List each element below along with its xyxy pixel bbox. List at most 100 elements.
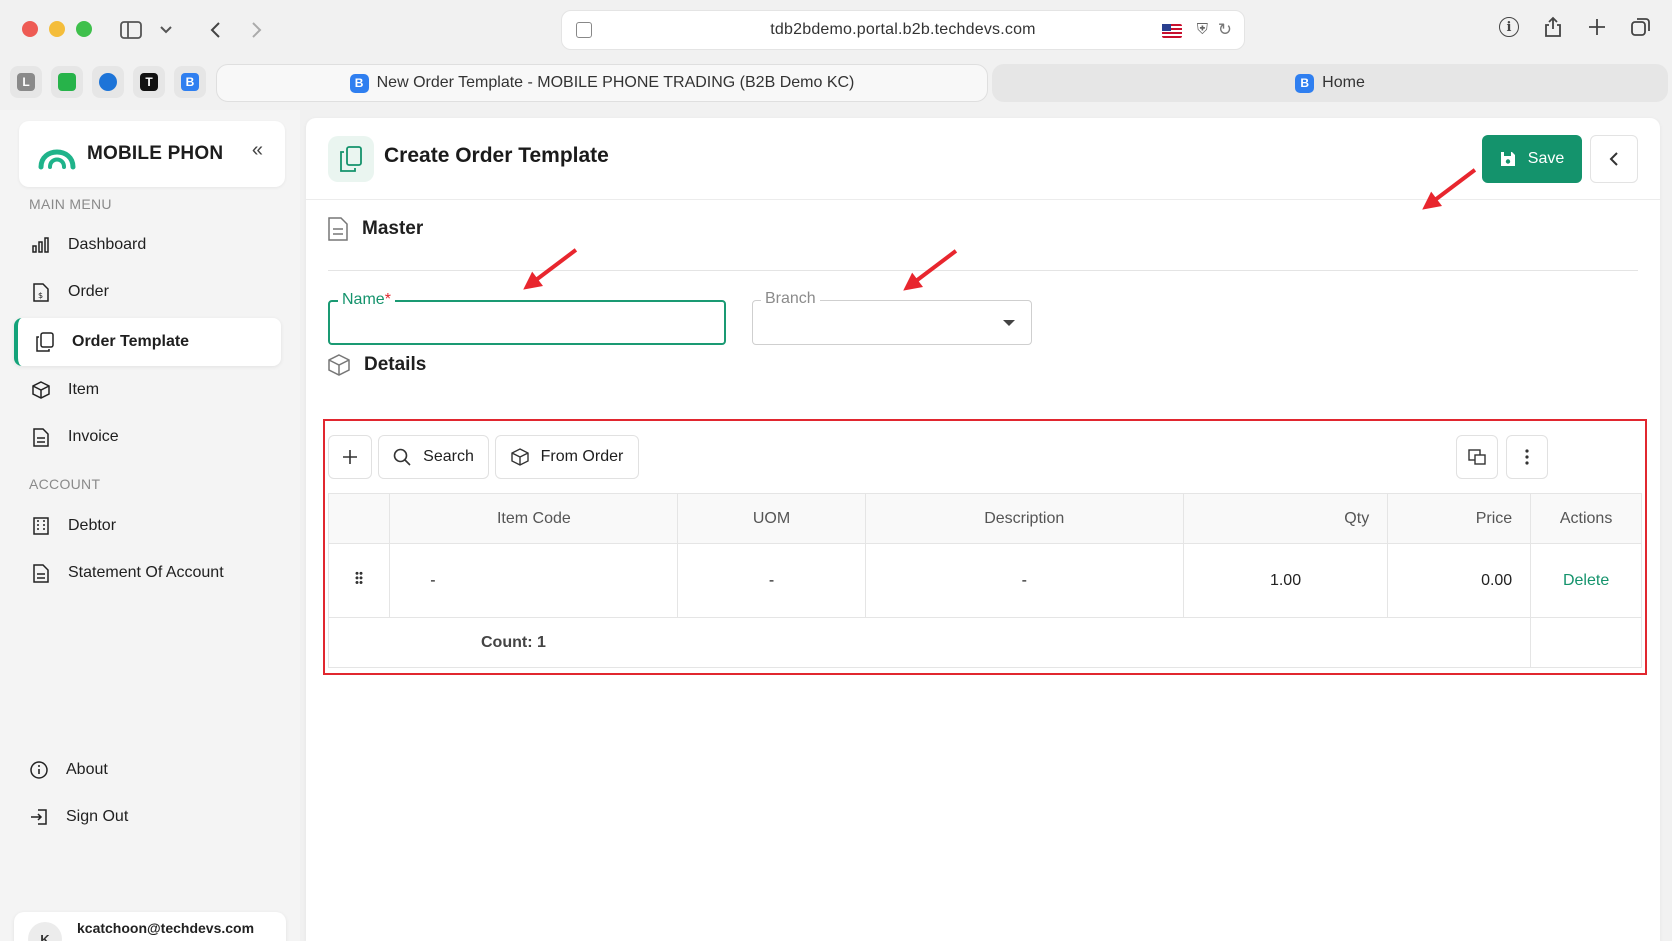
browser-back-icon[interactable] <box>206 17 224 43</box>
pinned-tab[interactable]: B <box>174 66 206 98</box>
table-header-row: Item Code UOM Description Qty Price Acti… <box>327 493 1642 544</box>
user-email: kcatchoon@techdevs.com <box>77 920 255 936</box>
price-cell[interactable]: 0.00 <box>1387 543 1532 618</box>
translate-icon[interactable]: ⛨ <box>1197 21 1208 38</box>
divider <box>328 270 1638 271</box>
description-cell[interactable]: - <box>864 543 1184 618</box>
pinned-tab[interactable] <box>51 66 83 98</box>
sidebar-item-order[interactable]: $ Order <box>14 268 281 316</box>
brand-card: MOBILE PHON « <box>19 121 285 187</box>
brand-name: MOBILE PHON <box>87 143 224 164</box>
back-button[interactable] <box>1590 135 1638 183</box>
document-icon <box>328 217 348 241</box>
name-field[interactable]: Name* <box>328 291 726 345</box>
details-grid-highlight: Search From Order Item Code UOM Descript… <box>323 419 1647 675</box>
tab-favicon: B <box>1295 73 1315 93</box>
tab-home[interactable]: B Home <box>992 64 1668 102</box>
details-title: Details <box>364 354 427 375</box>
sidebar-toggle-icon[interactable] <box>120 17 142 43</box>
chevron-down-icon[interactable] <box>158 17 174 43</box>
sidebar-item-invoice[interactable]: Invoice <box>14 413 281 461</box>
sidebar-item-label: Item <box>68 381 100 398</box>
main-menu-label: MAIN MENU <box>29 196 112 212</box>
from-order-button[interactable]: From Order <box>495 435 639 479</box>
drag-handle-icon[interactable] <box>355 571 364 585</box>
address-bar[interactable]: tdb2bdemo.portal.b2b.techdevs.com ⛨ ↻ <box>561 10 1245 50</box>
document-icon <box>30 562 52 584</box>
pinned-tab[interactable]: L <box>10 66 42 98</box>
caret-down-icon[interactable] <box>1003 320 1015 326</box>
search-button[interactable]: Search <box>378 435 489 479</box>
tab-label: New Order Template - MOBILE PHONE TRADIN… <box>376 74 855 91</box>
sidebar-item-sign-out[interactable]: Sign Out <box>14 793 281 841</box>
add-row-button[interactable] <box>328 435 372 479</box>
pinned-tab-favicon: T <box>140 73 158 91</box>
delete-row-link[interactable]: Delete <box>1563 572 1609 589</box>
branch-select[interactable]: Branch <box>752 290 1032 345</box>
box-icon <box>510 448 529 466</box>
sidebar-item-label: Order <box>68 283 109 300</box>
box-icon <box>328 354 350 376</box>
sidebar-item-order-template[interactable]: Order Template <box>14 318 281 366</box>
browser-forward-icon[interactable] <box>248 17 266 43</box>
sidebar-item-debtor[interactable]: Debtor <box>14 502 281 550</box>
column-chooser-button[interactable] <box>1456 435 1498 479</box>
copy-icon <box>328 136 374 182</box>
sidebar-item-item[interactable]: Item <box>14 366 281 414</box>
site-settings-icon[interactable] <box>576 22 592 38</box>
tab-strip: B New Order Template - MOBILE PHONE TRAD… <box>216 64 1668 102</box>
tab-overview-icon[interactable] <box>1630 15 1652 39</box>
sidebar-item-statement-of-account[interactable]: Statement Of Account <box>14 549 281 597</box>
tab-label: Home <box>1322 74 1365 91</box>
column-header-item-code[interactable]: Item Code <box>389 493 679 544</box>
details-section-title: Details <box>328 354 426 376</box>
sidebar-item-label: Invoice <box>68 428 119 445</box>
page-info-icon[interactable]: i <box>1498 15 1520 39</box>
window-controls <box>22 21 92 37</box>
column-header-uom[interactable]: UOM <box>677 493 866 544</box>
uom-cell[interactable]: - <box>677 543 866 618</box>
info-icon <box>28 759 50 781</box>
required-mark: * <box>384 291 391 308</box>
column-header-qty[interactable]: Qty <box>1182 493 1389 544</box>
share-icon[interactable] <box>1542 15 1564 39</box>
pinned-tab[interactable]: T <box>133 66 165 98</box>
plus-icon <box>343 450 357 464</box>
pinned-tab[interactable] <box>92 66 124 98</box>
item-code-cell[interactable]: - <box>389 543 679 618</box>
name-field-label: Name* <box>338 291 395 309</box>
sidebar-item-about[interactable]: About <box>14 746 281 794</box>
column-header-description[interactable]: Description <box>864 493 1184 544</box>
us-flag-icon <box>1162 24 1182 38</box>
invoice-icon <box>30 426 52 448</box>
drag-handle-cell[interactable] <box>327 543 391 618</box>
more-options-button[interactable] <box>1506 435 1548 479</box>
tab-new-order-template[interactable]: B New Order Template - MOBILE PHONE TRAD… <box>216 64 988 102</box>
page-title: Create Order Template <box>384 144 609 167</box>
browser-toolbar-right: i <box>1498 15 1652 39</box>
sidebar-item-dashboard[interactable]: Dashboard <box>14 221 281 269</box>
minimize-window-button[interactable] <box>49 21 65 37</box>
zoom-window-button[interactable] <box>76 21 92 37</box>
sidebar-item-label: About <box>66 761 108 778</box>
reload-icon[interactable]: ↻ <box>1218 20 1232 40</box>
close-window-button[interactable] <box>22 21 38 37</box>
new-tab-icon[interactable] <box>1586 15 1608 39</box>
sidebar: MOBILE PHON « MAIN MENU Dashboard $ Orde… <box>0 110 300 941</box>
actions-cell: Delete <box>1530 543 1642 618</box>
pinned-tab-favicon <box>99 73 117 91</box>
save-button[interactable]: Save <box>1482 135 1582 183</box>
search-icon <box>393 448 411 466</box>
user-card[interactable]: K kcatchoon@techdevs.com <box>14 912 286 941</box>
column-header-price[interactable]: Price <box>1387 493 1532 544</box>
qty-cell[interactable]: 1.00 <box>1182 543 1389 618</box>
collapse-sidebar-icon[interactable]: « <box>252 139 263 162</box>
account-label: ACCOUNT <box>29 476 101 492</box>
pinned-tab-favicon: L <box>17 73 35 91</box>
order-icon: $ <box>30 281 52 303</box>
sidebar-item-label: Dashboard <box>68 236 147 253</box>
sign-out-icon <box>28 806 50 828</box>
pinned-tab-favicon <box>58 73 76 91</box>
main-panel: Create Order Template Save Master Name* … <box>306 118 1660 941</box>
sidebar-item-label: Sign Out <box>66 808 129 825</box>
